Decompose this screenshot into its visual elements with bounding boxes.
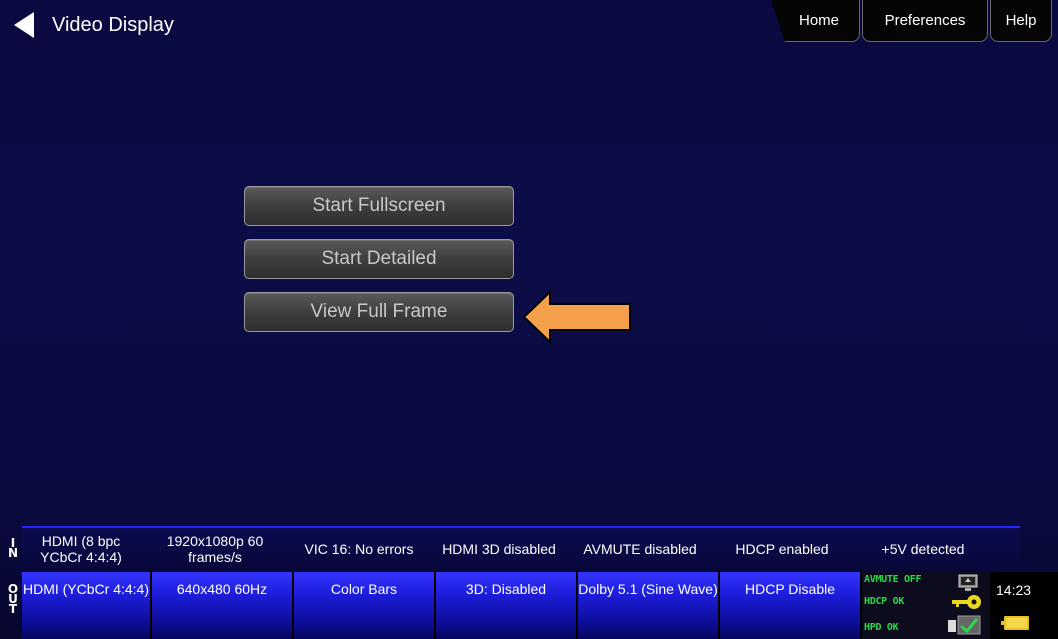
out-side-label: O U T	[7, 582, 19, 616]
out-audio-button[interactable]: Dolby 5.1 (Sine Wave)	[578, 572, 720, 639]
tab-preferences[interactable]: Preferences	[862, 0, 988, 42]
hdcp-status: HDCP OK	[864, 596, 905, 607]
monitor-icon	[958, 574, 978, 591]
plug-icon	[948, 615, 981, 635]
out-3d-button[interactable]: 3D: Disabled	[436, 572, 578, 639]
video-display-screen: Video Display Home Preferences Help Star…	[0, 0, 1058, 639]
tab-help[interactable]: Help	[990, 0, 1052, 42]
start-fullscreen-button[interactable]: Start Fullscreen	[244, 186, 514, 226]
input-status-row: HDMI (8 bpc YCbCr 4:4:4) 1920x1080p 60 f…	[22, 526, 1020, 570]
in-vic-cell: VIC 16: No errors	[304, 541, 414, 557]
key-icon	[952, 595, 981, 609]
back-arrow-icon[interactable]	[10, 10, 40, 40]
top-nav: Home Preferences Help	[769, 0, 1052, 44]
in-hdcp-cell: HDCP enabled	[735, 541, 829, 557]
out-image-button[interactable]: Color Bars	[294, 572, 436, 639]
clock-panel: 14:23	[992, 572, 1058, 639]
out-format-button[interactable]: 640x480 60Hz	[152, 572, 294, 639]
in-5v-cell: +5V detected	[881, 541, 965, 557]
tab-home[interactable]: Home	[770, 0, 860, 42]
hpd-status: HPD OK	[864, 622, 899, 633]
out-interface-button[interactable]: HDMI (YCbCr 4:4:4)	[22, 572, 152, 639]
in-timing-cell: 1920x1080p 60 frames/s	[166, 533, 264, 565]
page-title: Video Display	[52, 14, 174, 36]
output-status-row: HDMI (YCbCr 4:4:4) 640x480 60Hz Color Ba…	[22, 572, 1058, 639]
in-interface-cell: HDMI (8 bpc YCbCr 4:4:4)	[40, 533, 122, 565]
battery-icon	[1001, 616, 1029, 630]
start-detailed-button[interactable]: Start Detailed	[244, 239, 514, 279]
out-hdcp-button[interactable]: HDCP Disable	[720, 572, 862, 639]
orange-pointer-arrow-icon	[522, 290, 631, 344]
in-avmute-cell: AVMUTE disabled	[583, 541, 697, 557]
avmute-status: AVMUTE OFF	[864, 574, 922, 585]
view-full-frame-button[interactable]: View Full Frame	[244, 292, 514, 332]
in-side-label: I N	[7, 536, 19, 560]
clock: 14:23	[996, 582, 1032, 598]
in-3d-cell: HDMI 3D disabled	[442, 541, 556, 557]
status-indicator-panel: AVMUTE OFF HDCP OK HPD OK	[862, 572, 992, 639]
